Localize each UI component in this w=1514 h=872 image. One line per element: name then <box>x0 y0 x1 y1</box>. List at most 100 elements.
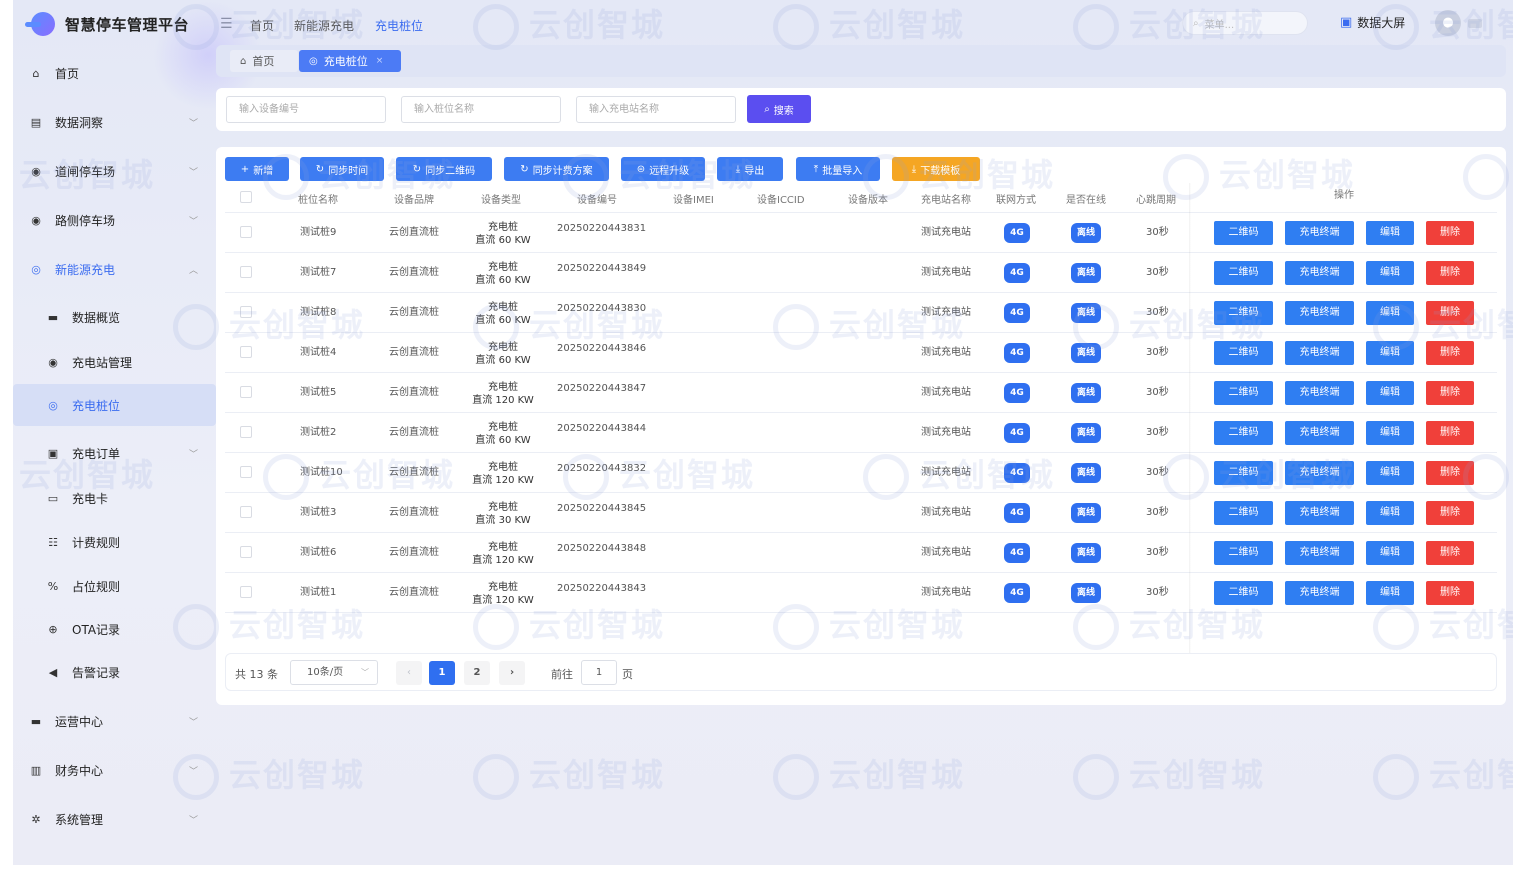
delete-button[interactable]: 删除 <box>1426 221 1474 245</box>
edit-button[interactable]: 编辑 <box>1366 341 1414 365</box>
delete-button[interactable]: 删除 <box>1426 581 1474 605</box>
charge-terminal-button[interactable]: 充电终端 <box>1285 421 1354 445</box>
tab-charging-piles[interactable]: ◎ 充电桩位 × <box>299 50 401 72</box>
qrcode-button[interactable]: 二维码 <box>1214 341 1273 365</box>
qrcode-button[interactable]: 二维码 <box>1214 501 1273 525</box>
sidebar-item-gate-parking[interactable]: ◉ 道闸停车场 ﹀ <box>13 151 216 191</box>
edit-button[interactable]: 编辑 <box>1366 581 1414 605</box>
breadcrumb-new-energy[interactable]: 新能源充电 <box>294 17 354 34</box>
charge-terminal-button[interactable]: 充电终端 <box>1285 581 1354 605</box>
charge-terminal-button[interactable]: 充电终端 <box>1285 381 1354 405</box>
charge-terminal-button[interactable]: 充电终端 <box>1285 461 1354 485</box>
delete-button[interactable]: 删除 <box>1426 421 1474 445</box>
edit-button[interactable]: 编辑 <box>1366 461 1414 485</box>
sidebar-item-charge-orders[interactable]: ▣ 充电订单 ﹀ <box>13 433 216 473</box>
delete-button[interactable]: 删除 <box>1426 501 1474 525</box>
sidebar-item-fee-rules[interactable]: ☷ 计费规则 <box>13 522 216 562</box>
breadcrumb-home[interactable]: 首页 <box>250 17 274 34</box>
charge-terminal-button[interactable]: 充电终端 <box>1285 261 1354 285</box>
row-checkbox[interactable] <box>240 466 252 478</box>
sidebar-item-ota-records[interactable]: ⊕ OTA记录 <box>13 609 216 649</box>
page-size-select[interactable]: 10条/页 ﹀ <box>290 660 378 685</box>
row-checkbox[interactable] <box>240 386 252 398</box>
edit-button[interactable]: 编辑 <box>1366 221 1414 245</box>
pile-name-input[interactable]: 输入桩位名称 <box>401 96 561 123</box>
sync-fee-button[interactable]: ↻ 同步计费方案 <box>504 157 609 181</box>
delete-button[interactable]: 删除 <box>1426 541 1474 565</box>
sidebar-item-station-manage[interactable]: ◉ 充电站管理 <box>13 342 216 382</box>
device-no-input[interactable]: 输入设备编号 <box>226 96 386 123</box>
sync-qr-button[interactable]: ↻ 同步二维码 <box>396 157 492 181</box>
sidebar-item-data-overview[interactable]: ▬ 数据概览 <box>13 297 216 337</box>
row-checkbox[interactable] <box>240 226 252 238</box>
delete-button[interactable]: 删除 <box>1426 461 1474 485</box>
export-button[interactable]: ⤓ 导出 <box>717 157 783 181</box>
add-button[interactable]: + 新增 <box>225 157 289 181</box>
sidebar-item-charge-card[interactable]: ▭ 充电卡 <box>13 478 216 518</box>
tab-home[interactable]: ⌂ 首页 <box>230 50 298 72</box>
qrcode-button[interactable]: 二维码 <box>1214 541 1273 565</box>
charge-terminal-button[interactable]: 充电终端 <box>1285 501 1354 525</box>
qrcode-button[interactable]: 二维码 <box>1214 301 1273 325</box>
delete-button[interactable]: 删除 <box>1426 341 1474 365</box>
next-page-button[interactable]: › <box>499 661 525 685</box>
edit-button[interactable]: 编辑 <box>1366 501 1414 525</box>
qrcode-button[interactable]: 二维码 <box>1214 221 1273 245</box>
menu-search-input[interactable]: ⌕ 菜单... <box>1182 11 1308 35</box>
row-checkbox[interactable] <box>240 546 252 558</box>
data-bigscreen-link[interactable]: ▣ 数据大屏 <box>1340 14 1405 31</box>
page-2-button[interactable]: 2 <box>464 661 490 685</box>
edit-button[interactable]: 编辑 <box>1366 541 1414 565</box>
remote-upgrade-button[interactable]: ⊜ 远程升级 <box>621 157 705 181</box>
page-1-button[interactable]: 1 <box>429 661 455 685</box>
station-name-input[interactable]: 输入充电站名称 <box>576 96 736 123</box>
user-menu-icon[interactable] <box>1468 19 1482 28</box>
close-icon[interactable]: × <box>376 56 384 66</box>
sidebar-item-alarm-records[interactable]: ◀ 告警记录 <box>13 652 216 692</box>
row-checkbox[interactable] <box>240 346 252 358</box>
table-row: 测试桩7 云创直流桩 充电桩 直流 60 KW 20250220443849 测试充电站 4… <box>225 253 1497 293</box>
sidebar-item-charging-piles[interactable]: ◎ 充电桩位 <box>13 384 216 426</box>
row-checkbox[interactable] <box>240 266 252 278</box>
avatar[interactable]: ● <box>1435 10 1461 36</box>
row-checkbox[interactable] <box>240 426 252 438</box>
delete-button[interactable]: 删除 <box>1426 301 1474 325</box>
edit-button[interactable]: 编辑 <box>1366 421 1414 445</box>
sidebar-item-home[interactable]: ⌂ 首页 <box>13 53 216 93</box>
qrcode-button[interactable]: 二维码 <box>1214 461 1273 485</box>
delete-button[interactable]: 删除 <box>1426 261 1474 285</box>
charge-terminal-button[interactable]: 充电终端 <box>1285 301 1354 325</box>
sidebar-item-roadside-parking[interactable]: ◉ 路侧停车场 ﹀ <box>13 200 216 240</box>
sidebar-item-occupy-rules[interactable]: % 占位规则 <box>13 566 216 606</box>
search-button[interactable]: ⌕ 搜索 <box>747 95 811 123</box>
qrcode-button[interactable]: 二维码 <box>1214 581 1273 605</box>
row-checkbox[interactable] <box>240 506 252 518</box>
sidebar-item-system-manage[interactable]: ✲ 系统管理 ﹀ <box>13 799 216 839</box>
row-checkbox[interactable] <box>240 586 252 598</box>
qrcode-button[interactable]: 二维码 <box>1214 421 1273 445</box>
edit-button[interactable]: 编辑 <box>1366 261 1414 285</box>
cell-device-no: 20250220443845 <box>557 503 647 514</box>
sidebar-item-operation-center[interactable]: ▬ 运营中心 ﹀ <box>13 701 216 741</box>
sync-time-button[interactable]: ↻ 同步时间 <box>300 157 384 181</box>
sidebar-item-finance-center[interactable]: ▥ 财务中心 ﹀ <box>13 750 216 790</box>
charge-terminal-button[interactable]: 充电终端 <box>1285 541 1354 565</box>
sidebar-item-data-insight[interactable]: ▤ 数据洞察 ﹀ <box>13 102 216 142</box>
edit-button[interactable]: 编辑 <box>1366 381 1414 405</box>
sidebar-item-new-energy[interactable]: ◎ 新能源充电 ︿ <box>13 249 216 289</box>
prev-page-button[interactable]: ‹ <box>396 661 422 685</box>
qrcode-button[interactable]: 二维码 <box>1214 261 1273 285</box>
select-all-checkbox[interactable] <box>240 191 252 203</box>
charge-terminal-button[interactable]: 充电终端 <box>1285 221 1354 245</box>
qrcode-button[interactable]: 二维码 <box>1214 381 1273 405</box>
download-template-button[interactable]: ⤓ 下载模板 <box>892 157 980 181</box>
jump-page-input[interactable]: 1 <box>581 660 617 685</box>
row-checkbox[interactable] <box>240 306 252 318</box>
menu-toggle-icon[interactable]: ☰ <box>220 16 233 32</box>
cell-type: 充电桩 直流 60 KW <box>463 301 543 327</box>
cell-type: 充电桩 直流 60 KW <box>463 261 543 287</box>
batch-import-button[interactable]: ⤒ 批量导入 <box>796 157 880 181</box>
delete-button[interactable]: 删除 <box>1426 381 1474 405</box>
edit-button[interactable]: 编辑 <box>1366 301 1414 325</box>
charge-terminal-button[interactable]: 充电终端 <box>1285 341 1354 365</box>
